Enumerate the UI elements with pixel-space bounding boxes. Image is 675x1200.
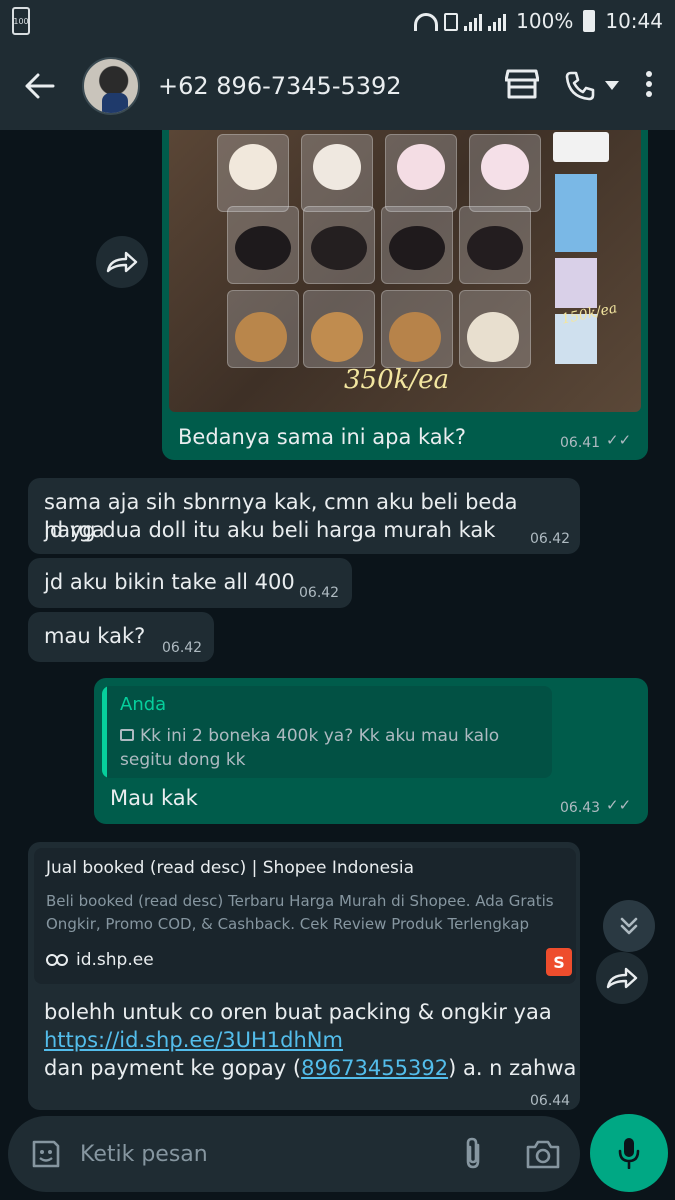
shopee-link[interactable]: https://id.shp.ee/3UH1dhNm (44, 1028, 343, 1052)
voice-call-icon[interactable] (565, 71, 619, 101)
outgoing-reply-message[interactable]: Anda Kk ini 2 boneka 400k ya? Kk aku mau… (94, 678, 648, 824)
outgoing-image-message[interactable]: 350k/ea 150k/ea Bedanya sama ini apa kak… (162, 130, 648, 460)
payment-text-post: ) a. n zahwa (448, 1056, 577, 1080)
message-time: 06.41 (560, 435, 601, 451)
wifi-icon (414, 13, 439, 31)
incoming-message[interactable]: jd aku bikin take all 400 06.42 (28, 558, 352, 608)
chat-area[interactable]: 350k/ea 150k/ea Bedanya sama ini apa kak… (0, 130, 675, 1110)
back-arrow-icon[interactable] (10, 56, 70, 116)
reply-text-content: Kk ini 2 boneka 400k ya? Kk aku mau kalo… (120, 726, 500, 770)
camera-icon[interactable] (526, 1139, 560, 1169)
store-icon[interactable] (504, 69, 540, 103)
message-text: Bedanya sama ini apa kak? (178, 425, 466, 449)
message-text: Mau kak (110, 786, 198, 810)
message-time: 06.44 (530, 1093, 571, 1109)
sim-icon (444, 13, 459, 31)
status-right: 100% 10:44 (414, 9, 663, 33)
message-time: 06.43 (560, 800, 601, 816)
forward-button[interactable] (596, 952, 648, 1004)
avatar[interactable] (82, 57, 140, 115)
signal-icon (464, 11, 483, 31)
price-overlay: 350k/ea (344, 365, 450, 395)
contact-name[interactable]: +62 896-7345-5392 (158, 72, 402, 100)
message-link[interactable]: https://id.shp.ee/3UH1dhNm (44, 1026, 343, 1054)
header-actions (504, 69, 653, 103)
quoted-reply[interactable]: Anda Kk ini 2 boneka 400k ya? Kk aku mau… (102, 686, 552, 778)
shopee-icon: S (546, 948, 572, 976)
mic-icon (618, 1138, 640, 1169)
incoming-link-message[interactable]: Jual booked (read desc) | Shopee Indones… (28, 842, 580, 1110)
read-ticks-icon: ✓✓ (606, 431, 632, 449)
message-composer (8, 1116, 580, 1192)
clock: 10:44 (605, 9, 663, 33)
reply-author: Anda (120, 694, 167, 715)
scroll-down-button[interactable] (603, 900, 655, 952)
battery-left-value: 100 (13, 16, 29, 26)
signal-icon-2 (488, 11, 507, 31)
phone-link[interactable]: 89673455392 (301, 1056, 448, 1080)
preview-title: Jual booked (read desc) | Shopee Indones… (46, 858, 415, 878)
battery-icon (583, 10, 596, 32)
reply-accent-bar (102, 686, 107, 778)
message-text: mau kak? (44, 624, 146, 648)
message-input[interactable] (80, 1141, 410, 1167)
voice-record-button[interactable] (590, 1114, 668, 1192)
message-time: 06.42 (299, 585, 340, 601)
link-icon (46, 952, 68, 971)
message-text: jd aku bikin take all 400 (44, 570, 295, 594)
image-icon (120, 729, 134, 741)
status-bar: 100 100% 10:44 (0, 0, 675, 42)
read-ticks-icon: ✓✓ (606, 796, 632, 814)
message-line-3: dan payment ke gopay (89673455392) a. n … (44, 1054, 576, 1082)
message-time: 06.42 (530, 531, 571, 547)
incoming-message[interactable]: mau kak? 06.42 (28, 612, 214, 662)
emoji-icon[interactable] (30, 1138, 62, 1170)
battery-saver-icon: 100 (12, 7, 30, 35)
preview-url: id.shp.ee (76, 950, 154, 970)
more-options-icon[interactable] (645, 70, 653, 102)
incoming-message[interactable]: sama aja sih sbnrnya kak, cmn aku beli b… (28, 478, 580, 554)
link-preview-card[interactable]: Jual booked (read desc) | Shopee Indones… (34, 848, 576, 984)
attach-icon[interactable] (462, 1137, 484, 1171)
battery-percent: 100% (516, 9, 574, 33)
message-time: 06.42 (162, 640, 203, 656)
preview-description: Beli booked (read desc) Terbaru Harga Mu… (46, 892, 554, 933)
message-line-2: jd yg dua doll itu aku beli harga murah … (44, 518, 496, 542)
payment-text-pre: dan payment ke gopay ( (44, 1056, 302, 1080)
chat-header: +62 896-7345-5392 (0, 42, 675, 130)
product-photo[interactable]: 350k/ea 150k/ea (169, 130, 641, 412)
message-line-1: bolehh untuk co oren buat packing & ongk… (44, 1000, 552, 1024)
reply-text: Kk ini 2 boneka 400k ya? Kk aku mau kalo… (120, 724, 520, 772)
chevron-down-icon (605, 81, 619, 90)
forward-button[interactable] (96, 236, 148, 288)
signal-icons (414, 11, 507, 31)
double-chevron-down-icon (620, 917, 638, 935)
